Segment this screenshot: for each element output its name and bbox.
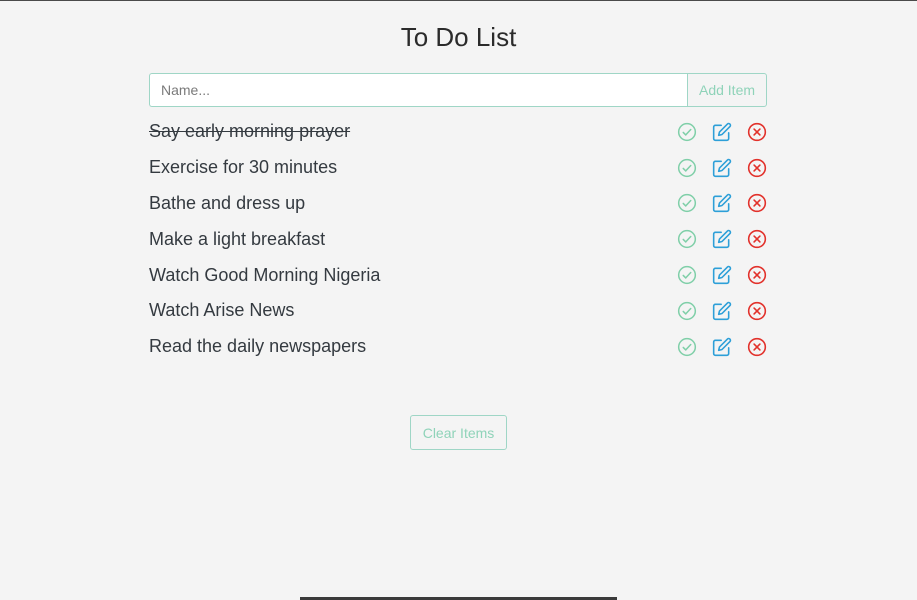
todo-item-text: Bathe and dress up [149,192,306,213]
edit-icon[interactable] [712,301,732,321]
name-input[interactable] [149,73,687,107]
todo-item: Watch Arise News [149,293,767,329]
edit-icon[interactable] [712,193,732,213]
todo-item-text: Make a light breakfast [149,228,326,249]
edit-icon[interactable] [712,337,732,357]
todo-item-actions [677,158,767,178]
todo-item-text: Exercise for 30 minutes [149,157,338,178]
edit-icon[interactable] [712,229,732,249]
todo-list: Say early morning prayer Exercise for 30… [149,114,767,365]
add-item-form: Add Item [149,73,767,107]
edit-icon[interactable] [712,158,732,178]
edit-icon[interactable] [712,122,732,142]
todo-item-text: Watch Arise News [149,300,295,321]
todo-item: Exercise for 30 minutes [149,150,767,186]
x-circle-icon[interactable] [747,193,767,213]
todo-item: Make a light breakfast [149,221,767,257]
todo-item-actions [677,265,767,285]
todo-item: Watch Good Morning Nigeria [149,257,767,293]
todo-item-actions [677,122,767,142]
todo-item-text: Watch Good Morning Nigeria [149,264,381,285]
top-border [0,0,917,1]
clear-items-button[interactable]: Clear Items [410,415,507,450]
check-circle-icon[interactable] [677,122,697,142]
check-circle-icon[interactable] [677,158,697,178]
todo-item: Read the daily newspapers [149,329,767,365]
check-circle-icon[interactable] [677,229,697,249]
page-title: To Do List [400,22,517,52]
check-circle-icon[interactable] [677,337,697,357]
todo-item-actions [677,301,767,321]
x-circle-icon[interactable] [747,158,767,178]
check-circle-icon[interactable] [677,193,697,213]
todo-item-text: Read the daily newspapers [149,336,367,357]
todo-item: Bathe and dress up [149,186,767,222]
check-circle-icon[interactable] [677,301,697,321]
add-item-button[interactable]: Add Item [687,73,767,107]
todo-item-actions [677,193,767,213]
edit-icon[interactable] [712,265,732,285]
x-circle-icon[interactable] [747,265,767,285]
x-circle-icon[interactable] [747,337,767,357]
x-circle-icon[interactable] [747,122,767,142]
todo-item-actions [677,337,767,357]
x-circle-icon[interactable] [747,229,767,249]
x-circle-icon[interactable] [747,301,767,321]
check-circle-icon[interactable] [677,265,697,285]
todo-item-actions [677,229,767,249]
todo-item: Say early morning prayer [149,114,767,150]
todo-item-text: Say early morning prayer [149,121,351,142]
